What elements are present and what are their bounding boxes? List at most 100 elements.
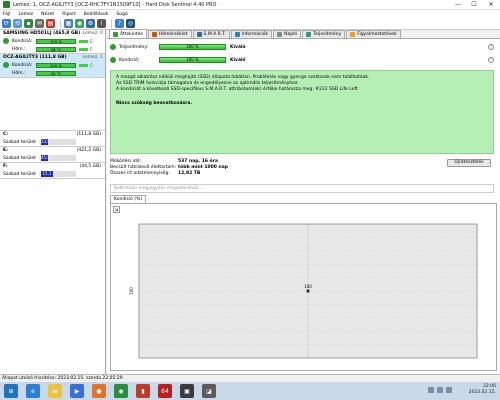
free-space-label: Szabad terület	[3, 171, 36, 177]
website-icon[interactable]: ◎	[126, 19, 135, 28]
aida64-icon[interactable]: 64	[158, 384, 172, 398]
chart-svg: 1001002023.02.15.	[129, 223, 478, 394]
menu-disk[interactable]: Lemez	[18, 12, 33, 17]
volume-mini-bar	[79, 39, 88, 43]
menu-report[interactable]: Riport	[62, 12, 76, 17]
temperature-bar: 30 °C	[36, 70, 76, 76]
volume-mini-bar	[79, 63, 88, 67]
zoom-icon[interactable]: ⇲	[113, 206, 120, 213]
overview-icon	[113, 31, 118, 37]
settings-icon[interactable]: ⚙	[86, 19, 95, 28]
retest-button[interactable]: Újratesztelés	[447, 159, 491, 167]
volume-letter: C:	[90, 62, 95, 68]
tray-date: 2023.02.15.	[468, 390, 496, 395]
performance-label: Teljesítmény:	[119, 44, 149, 50]
save-icon[interactable]: ▪	[24, 19, 33, 28]
performance-bar: 100 %	[159, 44, 226, 50]
email-icon[interactable]: ✉	[35, 19, 44, 28]
disk-level: Lemez: 0	[82, 31, 103, 36]
menu-settings[interactable]: Beállítások	[84, 12, 109, 17]
volume-item-f[interactable]: F: (44,5 GB) Szabad terület 15,1 GB	[0, 163, 105, 182]
tab-temperature[interactable]: Hőmérséklet	[147, 30, 192, 38]
tab-condition-chart[interactable]: Kondíció (%)	[110, 195, 147, 203]
refresh-icon[interactable]: ⟳	[2, 19, 11, 28]
volume-item-e[interactable]: E: (421,2 GB) Szabad terület 45,9 GB	[0, 147, 105, 166]
help-icon[interactable]: ?	[115, 19, 124, 28]
condition-bar: 100 %	[159, 57, 226, 63]
tab-overview[interactable]: Áttekintés	[109, 29, 147, 38]
surface-test-icon[interactable]: ▦	[64, 19, 73, 28]
report-icon[interactable]: ▤	[46, 19, 55, 28]
menu-file[interactable]: Fájl	[3, 12, 10, 17]
smart-icon	[196, 32, 202, 37]
toolbar: ⟳ ⟲ ▪ ✉ ▤ ▦ ◉ ⚙ i ? ◎	[0, 18, 500, 30]
maximize-button[interactable]: ☐	[466, 0, 482, 10]
main-panel: Áttekintés Hőmérséklet S.M.A.R.T. Inform…	[107, 29, 500, 394]
app-icon[interactable]: ◪	[202, 384, 216, 398]
condition-label: Kondíció:	[119, 57, 140, 63]
volume-size: (111,8 GB)	[76, 132, 101, 137]
tray-clock[interactable]: 22:06 2023.02.15.	[456, 384, 496, 396]
start-icon[interactable]: ⊞	[4, 384, 18, 398]
volume-letter: E:	[90, 38, 94, 44]
chrome-icon[interactable]: ◉	[114, 384, 128, 398]
volume-size: (44,5 GB)	[79, 164, 101, 169]
written-label: Összes írt adatmennyiség:	[110, 171, 170, 176]
disk-item-samsung[interactable]: SAMSUNG HD501LJ (465,8 GB) Lemez: 0 Kond…	[0, 30, 105, 54]
tab-information[interactable]: Információk	[230, 30, 273, 38]
status-ok-icon	[110, 57, 116, 63]
tab-alerts[interactable]: Figyelmeztetések	[346, 30, 401, 38]
network-icon[interactable]	[428, 387, 434, 393]
free-space-bar: 45,9 GB	[41, 155, 50, 166]
free-space-bar: 15,1 GB	[41, 171, 53, 182]
info-icon[interactable]: i	[97, 19, 106, 28]
status-ok-icon	[3, 62, 9, 68]
tab-bar: Áttekintés Hőmérséklet S.M.A.R.T. Inform…	[107, 29, 500, 39]
title-bar: Lemez: 1, OCZ-AGILITY3 [OCZ-RHC7FY1N1509…	[0, 0, 500, 10]
volume-letter: F:	[90, 46, 94, 52]
data-label: 100	[304, 284, 312, 289]
refresh-all-icon[interactable]: ⟲	[13, 19, 22, 28]
ie-icon[interactable]: e	[26, 384, 40, 398]
minimize-button[interactable]: —	[450, 0, 466, 10]
written-value: 12,92 TB	[178, 171, 201, 176]
menu-help[interactable]: Súgó	[116, 12, 127, 17]
tab-log[interactable]: Napló	[273, 30, 302, 38]
temperature-bar: 28 °C	[36, 46, 76, 52]
help-icon[interactable]: ?	[488, 44, 494, 50]
free-space-label: Szabad terület	[3, 155, 36, 161]
disk-name: OCZ-AGILITY3 (111,8 GB)	[3, 55, 67, 60]
info-icon	[234, 32, 240, 37]
close-button[interactable]: ✕	[482, 0, 500, 10]
condition-label: Kondíció:	[12, 62, 33, 68]
condition-bar: 100 %	[36, 38, 76, 44]
folder-icon[interactable]: ▬	[48, 384, 62, 398]
disk-test-icon[interactable]: ◉	[75, 19, 84, 28]
performance-icon	[306, 32, 312, 37]
firefox-icon[interactable]: ●	[92, 384, 106, 398]
volume-item-c[interactable]: C: (111,8 GB) Szabad terület 23,5 GB	[0, 130, 105, 150]
condition-chart: ⇲ 100 100 2023.02.15.	[110, 203, 497, 394]
help-icon[interactable]: ?	[488, 57, 494, 63]
temperature-icon	[151, 32, 157, 37]
app-icon[interactable]: ▣	[180, 384, 194, 398]
volume-letter: F:	[3, 164, 8, 169]
performance-text: Kiváló	[230, 44, 246, 50]
media-icon[interactable]: ▶	[70, 384, 84, 398]
free-space-label: Szabad terület	[3, 139, 36, 145]
volume-size: (421,2 GB)	[76, 148, 101, 153]
hds-icon[interactable]: ▮	[136, 384, 150, 398]
tab-performance[interactable]: Teljesítmény	[302, 30, 346, 38]
free-space-bar: 23,5 GB	[41, 139, 50, 150]
toolbar-separator	[111, 19, 112, 28]
menu-view[interactable]: Nézet	[41, 12, 54, 17]
volume-mini-bar	[79, 47, 88, 51]
volume-icon[interactable]	[437, 387, 443, 393]
overview-panel: Teljesítmény: 100 % Kiváló ? Kondíció: 1…	[107, 39, 500, 394]
flag-icon[interactable]	[446, 387, 452, 393]
comment-input[interactable]: Kattintson megjegyzés megadásához ...	[110, 184, 494, 193]
no-action-text: Nincs szükség beavatkozásra.	[116, 101, 193, 106]
disk-item-ocz[interactable]: OCZ-AGILITY3 (111,8 GB) Lemez: 1 Kondíci…	[0, 54, 105, 78]
tab-smart[interactable]: S.M.A.R.T.	[192, 30, 230, 38]
status-bar: Állapot utolsó frissítése: 2023.02.15. s…	[0, 374, 500, 382]
